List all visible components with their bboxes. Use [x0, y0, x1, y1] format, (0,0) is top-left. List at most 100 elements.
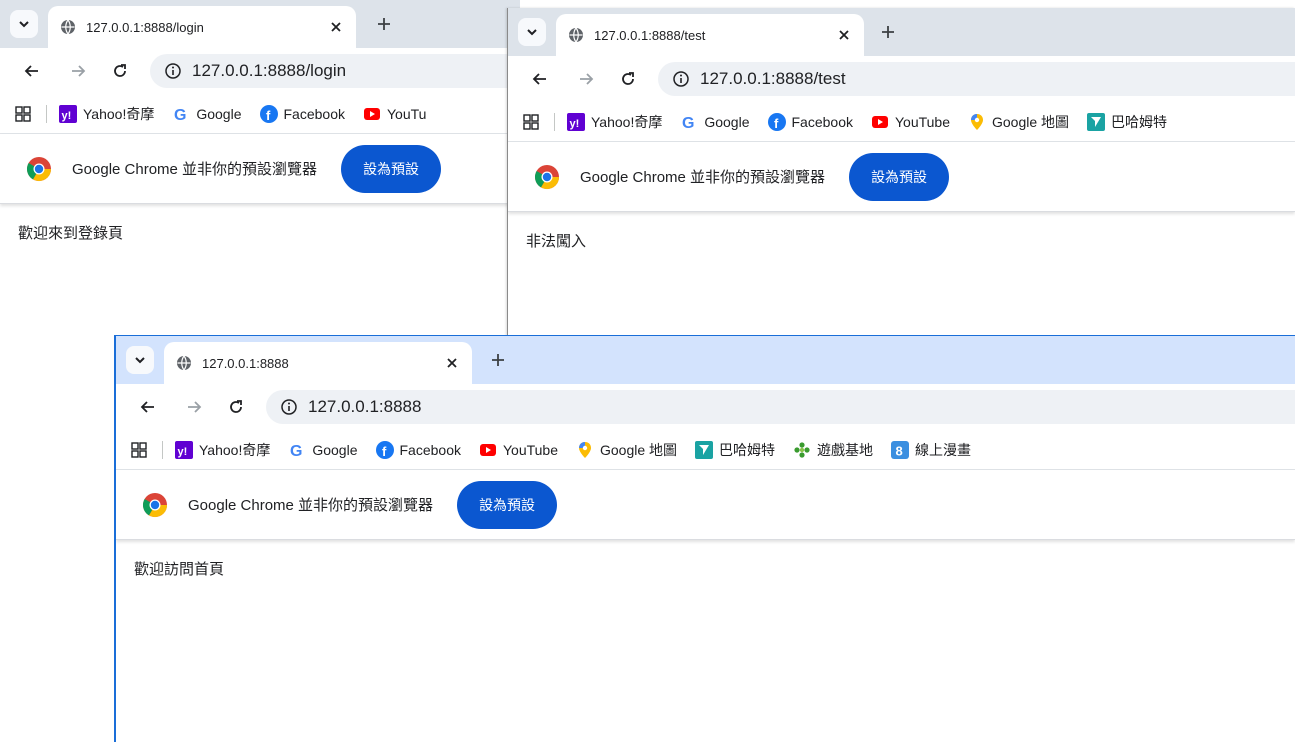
toolbar: 127.0.0.1:8888/login	[0, 48, 520, 94]
bookmark-youtube[interactable]: YouTube	[479, 441, 558, 459]
default-browser-infobar: Google Chrome 並非你的預設瀏覽器 設為預設	[508, 142, 1295, 212]
page-content: 非法闖入	[508, 212, 1295, 269]
svg-text:G: G	[290, 443, 302, 459]
youtube-icon	[871, 115, 888, 128]
new-tab-button[interactable]	[488, 350, 508, 370]
bookmark-facebook[interactable]: f Facebook	[767, 112, 853, 131]
svg-text:G: G	[174, 107, 186, 123]
apps-grid-icon[interactable]	[522, 113, 540, 131]
bookmark-gamebase[interactable]: 遊戲基地	[793, 440, 873, 460]
page-content: 歡迎訪問首頁	[116, 540, 1295, 597]
bookmark-facebook[interactable]: f Facebook	[375, 440, 461, 459]
bookmark-google[interactable]: G Google	[288, 441, 357, 459]
youtube-icon	[479, 443, 496, 456]
yahoo-icon: y!	[59, 104, 77, 123]
maps-pin-icon	[579, 441, 591, 458]
address-bar[interactable]: 127.0.0.1:8888/test	[658, 62, 1295, 96]
apps-grid-icon[interactable]	[130, 441, 148, 459]
info-icon[interactable]	[164, 62, 182, 80]
set-default-button[interactable]: 設為預設	[457, 480, 558, 529]
chrome-logo-icon	[142, 492, 167, 517]
svg-text:f: f	[774, 116, 779, 131]
bookmark-facebook[interactable]: f Facebook	[259, 104, 345, 123]
svg-text:f: f	[382, 444, 387, 459]
plus-icon	[492, 354, 504, 366]
back-button[interactable]	[530, 69, 550, 89]
bookmark-google[interactable]: G Google	[172, 105, 241, 123]
reload-button[interactable]	[110, 61, 130, 81]
back-button[interactable]	[22, 61, 42, 81]
yahoo-icon: y!	[175, 440, 193, 459]
close-icon[interactable]	[836, 27, 852, 43]
new-tab-button[interactable]	[374, 14, 394, 34]
tab-search-button[interactable]	[10, 10, 38, 38]
url-text: 127.0.0.1:8888/login	[192, 61, 347, 80]
browser-window-home: 127.0.0.1:8888 127.0.0.1:8888 y! Yahoo!奇…	[114, 335, 1295, 742]
globe-icon	[177, 355, 191, 371]
arrow-right-icon	[72, 65, 86, 77]
arrow-right-icon	[580, 73, 594, 85]
bookmark-yahoo[interactable]: y! Yahoo!奇摩	[59, 104, 154, 124]
tab-active[interactable]: 127.0.0.1:8888/login	[48, 6, 356, 48]
tab-search-button[interactable]	[126, 346, 154, 374]
globe-icon	[61, 19, 75, 35]
set-default-button[interactable]: 設為預設	[849, 152, 950, 201]
bookmarks-bar: y! Yahoo!奇摩 G Google f Facebook YouTu	[0, 94, 520, 134]
forward-button[interactable]	[576, 69, 596, 89]
chevron-down-icon	[527, 29, 537, 36]
bookmark-google-maps[interactable]: Google 地圖	[576, 440, 677, 460]
toolbar: 127.0.0.1:8888/test	[508, 56, 1295, 102]
chrome-logo-icon	[26, 156, 51, 181]
address-bar[interactable]: 127.0.0.1:8888/login	[150, 54, 520, 88]
close-icon[interactable]	[444, 355, 460, 371]
reload-button[interactable]	[618, 69, 638, 89]
youtube-icon	[363, 107, 380, 120]
globe-icon	[569, 27, 583, 43]
address-bar[interactable]: 127.0.0.1:8888	[266, 390, 1295, 424]
svg-text:y!: y!	[178, 446, 188, 458]
tab-active[interactable]: 127.0.0.1:8888	[164, 342, 472, 384]
forward-button[interactable]	[68, 61, 88, 81]
bookmark-google[interactable]: G Google	[680, 113, 749, 131]
plus-icon	[882, 26, 894, 38]
reload-button[interactable]	[226, 397, 246, 417]
arrow-left-icon	[532, 73, 546, 85]
forward-button[interactable]	[184, 397, 204, 417]
svg-text:y!: y!	[570, 118, 580, 130]
tab-title: 127.0.0.1:8888/login	[86, 19, 204, 35]
bookmark-comic[interactable]: 8 線上漫畫	[891, 440, 971, 460]
infobar-message: Google Chrome 並非你的預設瀏覽器	[580, 169, 826, 186]
chevron-down-icon	[19, 21, 29, 28]
comic-icon: 8	[891, 440, 910, 459]
url-text: 127.0.0.1:8888	[308, 397, 422, 416]
reload-icon	[114, 64, 126, 77]
tab-search-button[interactable]	[518, 18, 546, 46]
new-tab-button[interactable]	[878, 22, 898, 42]
default-browser-infobar: Google Chrome 並非你的預設瀏覽器 設為預設	[0, 134, 520, 204]
set-default-button[interactable]: 設為預設	[341, 144, 442, 193]
bookmark-youtube[interactable]: YouTu	[363, 105, 426, 123]
svg-text:8: 8	[896, 443, 903, 458]
apps-grid-icon[interactable]	[14, 105, 32, 123]
bookmark-yahoo[interactable]: y! Yahoo!奇摩	[567, 112, 662, 132]
chrome-logo-icon	[534, 164, 559, 189]
facebook-icon: f	[767, 112, 786, 131]
facebook-icon: f	[375, 440, 394, 459]
bookmark-google-maps[interactable]: Google 地圖	[968, 112, 1069, 132]
info-icon[interactable]	[672, 70, 690, 88]
page-text: 非法闖入	[526, 233, 587, 250]
svg-text:y!: y!	[62, 110, 72, 122]
bookmark-bahamut[interactable]: 巴哈姆特	[695, 440, 775, 460]
tab-strip: 127.0.0.1:8888/login	[0, 0, 520, 48]
page-text: 歡迎來到登錄頁	[18, 225, 124, 242]
default-browser-infobar: Google Chrome 並非你的預設瀏覽器 設為預設	[116, 470, 1295, 540]
close-icon[interactable]	[328, 19, 344, 35]
info-icon[interactable]	[280, 398, 298, 416]
tab-active[interactable]: 127.0.0.1:8888/test	[556, 14, 864, 56]
arrow-right-icon	[188, 401, 202, 413]
back-button[interactable]	[138, 397, 158, 417]
bookmark-youtube[interactable]: YouTube	[871, 113, 950, 131]
bookmark-bahamut[interactable]: 巴哈姆特	[1087, 112, 1167, 132]
facebook-icon: f	[259, 104, 278, 123]
bookmark-yahoo[interactable]: y! Yahoo!奇摩	[175, 440, 270, 460]
